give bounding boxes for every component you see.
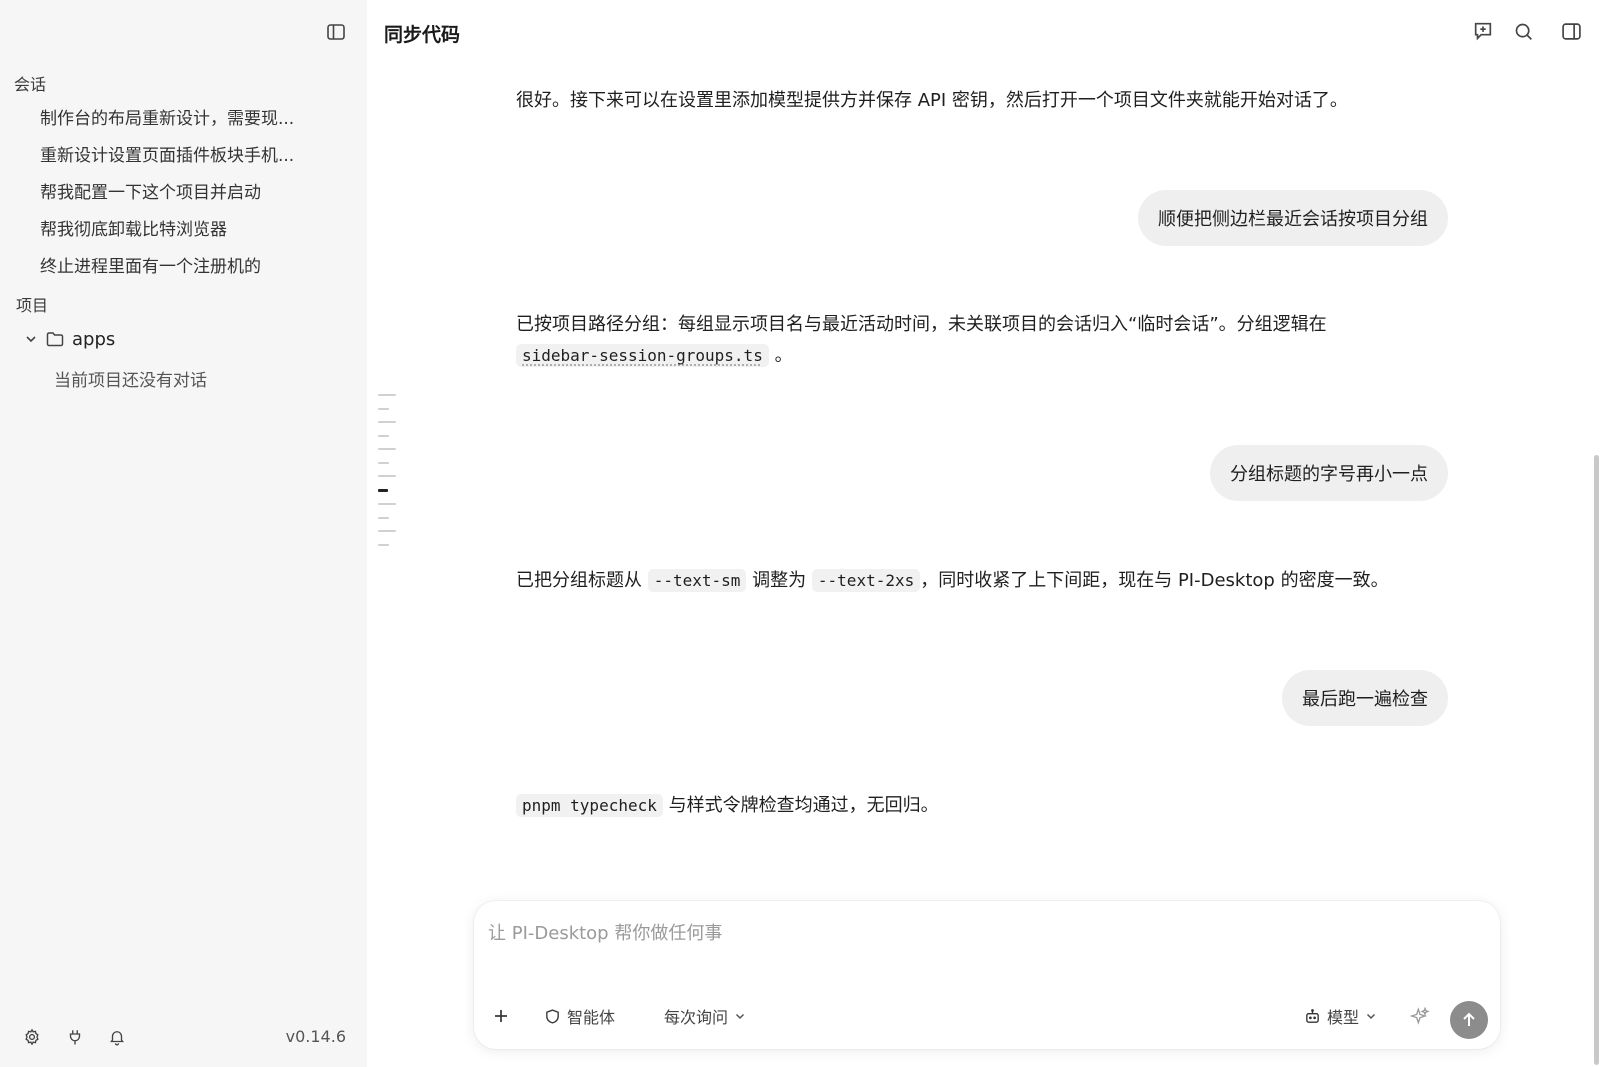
sparkles-icon	[1410, 1006, 1430, 1025]
right-panel-toggle-button[interactable]	[1558, 18, 1584, 44]
message-text: ，同时收紧了上下间距，现在与 PI-Desktop 的密度一致。	[920, 570, 1389, 591]
inline-code: --text-sm	[647, 569, 747, 592]
projects-section-title: 项目	[16, 296, 49, 315]
timeline-tick[interactable]	[378, 448, 396, 450]
sessions-section-title: 会话	[14, 75, 47, 94]
session-item[interactable]: 帮我配置一下这个项目并启动	[40, 178, 261, 203]
message-text: 。	[774, 345, 793, 366]
search-icon	[1515, 23, 1532, 40]
chevron-down-icon	[26, 336, 36, 343]
shield-icon	[546, 1008, 559, 1024]
timeline-tick[interactable]	[378, 475, 396, 477]
prompt-input[interactable]	[488, 913, 1478, 953]
bell-icon	[110, 1031, 124, 1046]
page-title: 同步代码	[384, 24, 461, 46]
timeline-tick[interactable]	[378, 394, 396, 396]
inline-code: pnpm typecheck	[516, 794, 663, 817]
agent-mode-button[interactable]: 智能体	[544, 1003, 615, 1029]
chevron-down-icon	[1366, 1013, 1376, 1020]
assistant-message: 很好。接下来可以在设置里添加模型提供方并保存 API 密钥，然后打开一个项目文件…	[516, 90, 1348, 111]
sidebar: 会话 制作台的布局重新设计，需要现... 重新设计设置页面插件板块手机... 帮…	[0, 0, 367, 1067]
app-version: v0.14.6	[285, 1027, 346, 1046]
enhance-prompt-button[interactable]	[1410, 1003, 1430, 1029]
timeline-tick[interactable]	[378, 421, 396, 423]
user-message: 分组标题的字号再小一点	[1210, 445, 1448, 501]
scrollbar-thumb[interactable]	[1594, 455, 1599, 1065]
sidebar-toggle-button[interactable]	[324, 20, 348, 44]
notifications-button[interactable]	[106, 1026, 128, 1048]
session-item[interactable]: 制作台的布局重新设计，需要现...	[40, 104, 294, 129]
message-text: 已按项目路径分组：每组显示项目名与最近活动时间，未关联项目的会话归入“临时会话”…	[516, 314, 1327, 335]
timeline-tick[interactable]	[378, 516, 389, 519]
inline-code: --text-2xs	[811, 569, 921, 592]
plug-icon	[69, 1030, 81, 1045]
assistant-message: 已按项目路径分组：每组显示项目名与最近活动时间，未关联项目的会话归入“临时会话”…	[516, 309, 1436, 371]
file-link[interactable]: sidebar-session-groups.ts	[516, 344, 769, 367]
scrollbar[interactable]	[1592, 0, 1600, 1067]
search-button[interactable]	[1510, 18, 1536, 44]
message-text: 与样式令牌检查均通过，无回归。	[668, 795, 939, 816]
conversation-timeline[interactable]	[378, 394, 396, 557]
project-name: apps	[72, 328, 116, 350]
settings-button[interactable]	[21, 1026, 43, 1048]
message-text: 调整为	[752, 570, 807, 591]
attach-button[interactable]	[492, 1003, 510, 1029]
user-message-text: 分组标题的字号再小一点	[1230, 464, 1428, 485]
timeline-tick[interactable]	[378, 434, 389, 437]
panel-left-icon	[327, 24, 345, 40]
plugins-button[interactable]	[64, 1026, 86, 1048]
assistant-message: 已把分组标题从 --text-sm 调整为 --text-2xs ，同时收紧了上下…	[516, 565, 1436, 596]
chevron-down-icon	[735, 1013, 745, 1020]
project-empty-hint: 当前项目还没有对话	[54, 371, 207, 391]
session-item[interactable]: 重新设计设置页面插件板块手机...	[40, 141, 294, 166]
robot-icon	[1306, 1008, 1319, 1023]
approval-mode-dropdown[interactable]: 每次询问	[664, 1003, 746, 1029]
timeline-tick-active[interactable]	[378, 488, 388, 492]
session-item[interactable]: 终止进程里面有一个注册机的	[40, 252, 261, 277]
project-folder-apps[interactable]: apps	[24, 327, 115, 351]
arrow-up-icon	[1463, 1012, 1475, 1026]
user-message-text: 顺便把侧边栏最近会话按项目分组	[1158, 209, 1428, 230]
composer: 智能体 每次询问 模型	[474, 901, 1500, 1049]
timeline-tick[interactable]	[378, 543, 389, 546]
folder-icon	[46, 332, 64, 347]
assistant-message: pnpm typecheck 与样式令牌检查均通过，无回归。	[516, 790, 1436, 821]
new-chat-button[interactable]	[1470, 18, 1496, 44]
agent-mode-label: 智能体	[567, 1008, 616, 1027]
message-text: 已把分组标题从	[516, 570, 642, 591]
user-message-text: 最后跑一遍检查	[1302, 689, 1428, 710]
plus-icon	[495, 1010, 507, 1022]
timeline-tick[interactable]	[378, 530, 396, 532]
user-message: 顺便把侧边栏最近会话按项目分组	[1138, 190, 1448, 246]
panel-right-icon	[1561, 22, 1581, 40]
message-plus-icon	[1474, 22, 1492, 41]
session-item[interactable]: 帮我彻底卸载比特浏览器	[40, 215, 227, 240]
timeline-tick[interactable]	[378, 407, 389, 410]
timeline-tick[interactable]	[378, 461, 389, 464]
app-window: 会话 制作台的布局重新设计，需要现... 重新设计设置页面插件板块手机... 帮…	[0, 0, 1600, 1067]
model-dropdown[interactable]: 模型	[1304, 1003, 1377, 1029]
approval-mode-label: 每次询问	[664, 1008, 729, 1027]
timeline-tick[interactable]	[378, 503, 396, 505]
user-message: 最后跑一遍检查	[1282, 670, 1448, 726]
gear-icon	[25, 1028, 39, 1046]
model-label: 模型	[1327, 1008, 1360, 1027]
send-button[interactable]	[1450, 1001, 1488, 1039]
